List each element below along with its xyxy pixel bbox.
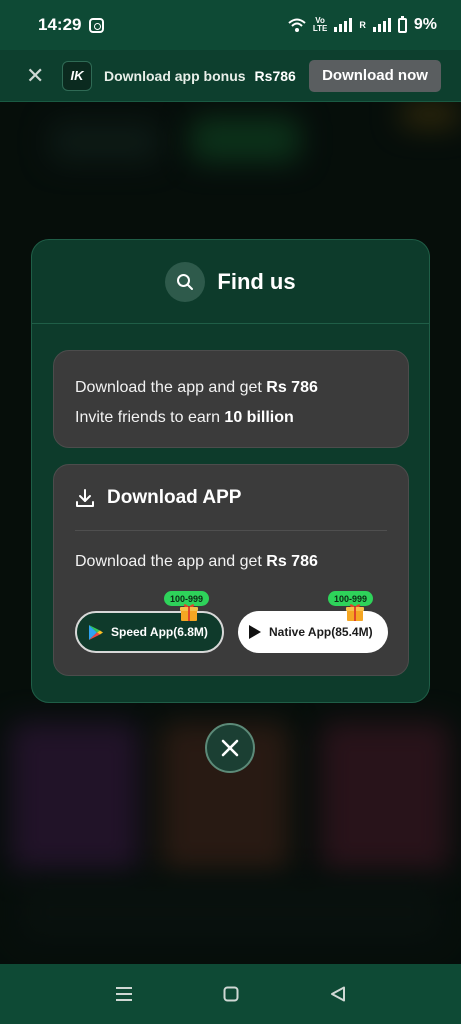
- download-now-button[interactable]: Download now: [309, 59, 441, 92]
- bonus-info-card: Download the app and get Rs 786 Invite f…: [53, 350, 409, 448]
- gift-icon: [346, 604, 364, 621]
- status-time: 14:29: [38, 15, 82, 34]
- download-header: Download APP: [75, 465, 387, 531]
- home-icon[interactable]: [223, 986, 239, 1002]
- google-play-icon: [89, 624, 103, 640]
- promo-amount: Rs786: [254, 67, 296, 84]
- volte-indicator: Vo LTE: [313, 17, 328, 33]
- battery-percent: 9%: [413, 16, 437, 33]
- info-line-2-value: 10 billion: [224, 409, 294, 426]
- info-line-2-text: Invite friends to earn: [75, 409, 220, 426]
- find-us-modal: Find us Download the app and get Rs 786 …: [31, 239, 430, 703]
- close-icon: [221, 739, 239, 757]
- modal-header: Find us: [32, 240, 429, 324]
- close-icon[interactable]: ✕: [26, 63, 50, 89]
- roaming-indicator: R: [359, 20, 366, 30]
- app-buttons: Speed App(6.8M) 100-999 Native App(85.4M…: [75, 591, 389, 655]
- download-text-prefix: Download the app and get: [75, 553, 262, 570]
- download-app-card: Download APP Download the app and get Rs…: [53, 464, 409, 676]
- play-icon: [248, 625, 261, 639]
- instagram-icon: [89, 17, 105, 33]
- info-line-1: Download the app and get Rs 786: [75, 373, 387, 403]
- info-line-1-text: Download the app and get: [75, 379, 262, 396]
- navigation-bar: [0, 964, 461, 1024]
- wifi-icon: [288, 18, 306, 32]
- battery-icon: [397, 15, 407, 33]
- native-app-label: Native App(85.4M): [269, 625, 373, 639]
- app-logo: IK: [62, 60, 92, 91]
- status-right: Vo LTE R 9%: [288, 15, 437, 34]
- modal-title: Find us: [217, 268, 296, 294]
- back-icon[interactable]: [330, 986, 346, 1002]
- download-title: Download APP: [107, 486, 242, 508]
- download-text: Download the app and get Rs 786: [75, 553, 387, 571]
- search-icon: [165, 261, 206, 302]
- promo-banner: ✕ IK Download app bonus Rs786 Download n…: [0, 50, 461, 102]
- download-icon: [76, 488, 94, 507]
- signal-icon-2: [372, 18, 391, 32]
- gift-icon: [180, 604, 198, 621]
- status-left: 14:29: [38, 15, 105, 35]
- close-modal-button[interactable]: [205, 723, 255, 773]
- volte-line2: LTE: [312, 24, 328, 33]
- menu-icon[interactable]: [115, 986, 133, 1002]
- native-app-button[interactable]: Native App(85.4M): [238, 611, 388, 653]
- signal-icon: [334, 18, 353, 32]
- promo-text: Download app bonus: [104, 67, 246, 84]
- download-text-value: Rs 786: [266, 553, 318, 570]
- info-line-1-value: Rs 786: [266, 379, 318, 396]
- info-line-2: Invite friends to earn 10 billion: [75, 403, 387, 433]
- speed-app-button[interactable]: Speed App(6.8M): [75, 611, 224, 653]
- speed-app-label: Speed App(6.8M): [111, 625, 208, 639]
- status-bar: 14:29 Vo LTE R 9%: [0, 0, 461, 50]
